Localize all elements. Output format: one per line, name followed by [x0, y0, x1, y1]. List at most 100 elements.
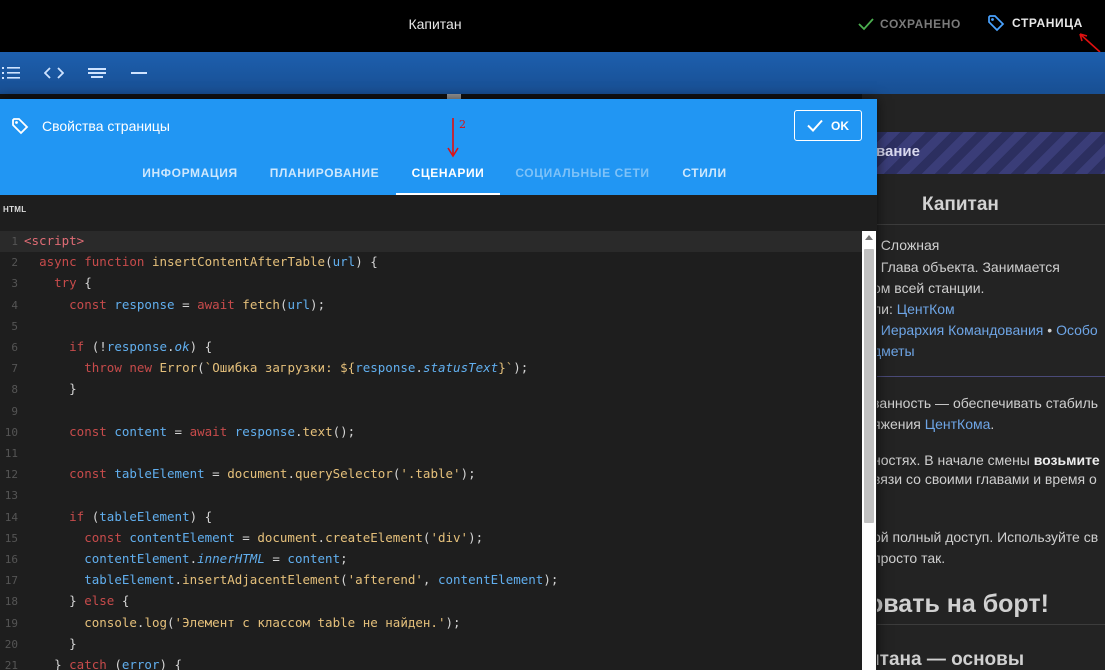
ok-button[interactable]: OK	[794, 110, 862, 141]
code-token: `Ошибка загрузки: ${	[204, 360, 356, 376]
tag-icon	[12, 118, 29, 135]
wiki-para-1b: яжения ЦентКома.	[873, 416, 995, 432]
wiki-link-centcom-2[interactable]: ЦентКома	[925, 416, 991, 432]
vertical-scrollbar[interactable]	[862, 231, 876, 670]
code-token: }`	[498, 360, 514, 376]
line-number: 19	[4, 616, 18, 630]
wiki-para-4: ой полный доступ. Используйте св	[873, 529, 1099, 545]
code-token: contentElement	[129, 529, 235, 545]
code-token: 'div'	[430, 529, 469, 545]
line-number: 8	[11, 383, 18, 397]
code-token: (	[197, 360, 205, 376]
scrollbar-thumb[interactable]	[864, 249, 874, 523]
code-token: document	[227, 466, 288, 482]
line-number: 2	[11, 256, 18, 270]
code-token: url	[287, 296, 311, 312]
code-token: tableElement	[114, 466, 205, 482]
code-token: );	[468, 529, 484, 545]
wiki-line-3: ом всей станции.	[873, 280, 985, 296]
list-button[interactable]	[0, 62, 22, 84]
code-token: else	[84, 593, 115, 609]
code-token: {	[76, 275, 92, 291]
code-token: url	[332, 254, 356, 270]
wiki-link-hierarchy[interactable]: Иерархия Командования	[881, 322, 1044, 338]
horizontal-rule-button[interactable]	[128, 62, 150, 84]
code-token: new	[129, 360, 152, 376]
code-token: tableElement	[84, 572, 175, 588]
wiki-link-centcom[interactable]: ЦентКом	[897, 301, 955, 317]
tab-info[interactable]: ИНФОРМАЦИЯ	[140, 159, 240, 195]
page-properties-button[interactable]: СТРАНИЦА	[986, 12, 1083, 34]
code-token: const	[84, 529, 122, 545]
code-token: response	[114, 296, 175, 312]
code-line: } catch (error) {	[24, 657, 182, 670]
code-token: response	[106, 339, 168, 354]
code-line: if (!response.ok) {	[24, 339, 212, 354]
line-number: 1	[11, 235, 18, 248]
code-token: .	[167, 339, 175, 354]
tab-styles[interactable]: СТИЛИ	[680, 159, 729, 195]
code-line: contentElement.innerHTML = content;	[24, 551, 348, 566]
code-line: tableElement.insertAdjacentElement('afte…	[24, 572, 558, 587]
code-token: tableElement	[99, 508, 190, 524]
code-token: response	[234, 423, 295, 439]
tab-scripts[interactable]: СЦЕНАРИИ	[396, 159, 500, 195]
code-token: text	[302, 423, 333, 439]
keyboard-icon	[88, 68, 106, 78]
page-properties-dialog: Свойства страницы OK 2 ИНФОРМАЦИЯ ПЛАНИР…	[0, 99, 877, 670]
code-line: console.log('Элемент с классом table не …	[24, 614, 460, 630]
code-token: '.table'	[400, 466, 461, 482]
line-number: 9	[11, 404, 18, 418]
annotation-label-2: 2	[459, 118, 466, 131]
code-line: }	[24, 636, 77, 651]
code-button[interactable]	[43, 62, 65, 84]
code-token: =	[174, 296, 198, 312]
code-line: const content = await response.text();	[24, 424, 355, 439]
wiki-line-6[interactable]: дметы	[873, 343, 915, 359]
list-icon	[2, 67, 20, 79]
code-token: if	[69, 339, 85, 354]
wiki-divider-3	[862, 624, 1105, 625]
wiki-para-3: вязи со своими главами и время о	[873, 471, 1097, 487]
code-token: .	[174, 572, 183, 588]
code-token: }	[24, 381, 77, 397]
line-number: 18	[4, 595, 18, 609]
code-token: 'afterend'	[347, 572, 423, 588]
wiki-heading-2: овать на борт!	[868, 590, 1049, 618]
code-token: .	[287, 466, 295, 482]
line-number-gutter: 1 2 3 4 5 6 7 8 9 10 11 12 13 14 15 16 17 18 19 20 21	[0, 231, 20, 670]
saved-label: СОХРАНЕНО	[880, 17, 961, 31]
code-token: =	[204, 466, 228, 482]
keyboard-button[interactable]	[86, 62, 108, 84]
code-token: ;	[340, 551, 348, 566]
line-number: 10	[4, 425, 18, 439]
code-token: }	[24, 657, 70, 670]
code-editor[interactable]: 1 2 3 4 5 6 7 8 9 10 11 12 13 14 15 16 17 18 19 20 21 <scrip…	[0, 231, 877, 670]
code-line: }	[24, 381, 77, 396]
page-title: Капитан	[408, 16, 462, 32]
wiki-link-special[interactable]: Особо	[1056, 322, 1098, 338]
line-number: 11	[4, 447, 18, 460]
code-token: (	[167, 614, 175, 630]
code-line: const response = await fetch(url);	[24, 297, 325, 312]
tab-scheduling[interactable]: ПЛАНИРОВАНИЕ	[267, 159, 382, 195]
code-token: (	[84, 508, 100, 524]
scroll-up-arrow-icon[interactable]	[865, 235, 873, 240]
code-token: (	[106, 657, 122, 670]
code-line: const contentElement = document.createEl…	[24, 530, 483, 545]
code-token: insertAdjacentElement	[182, 572, 341, 588]
code-token: );	[310, 296, 326, 312]
page-button-label: СТРАНИЦА	[1012, 16, 1083, 30]
code-token: const	[69, 466, 107, 482]
ok-label: OK	[831, 118, 849, 133]
code-token: .	[415, 360, 423, 376]
wiki-para-1a: занность — обеспечивать стабиль	[873, 395, 1099, 411]
top-app-bar: Капитан СОХРАНЕНО СТРАНИЦА	[0, 0, 1105, 53]
code-token: ) {	[189, 339, 213, 354]
code-token: error	[121, 657, 160, 670]
